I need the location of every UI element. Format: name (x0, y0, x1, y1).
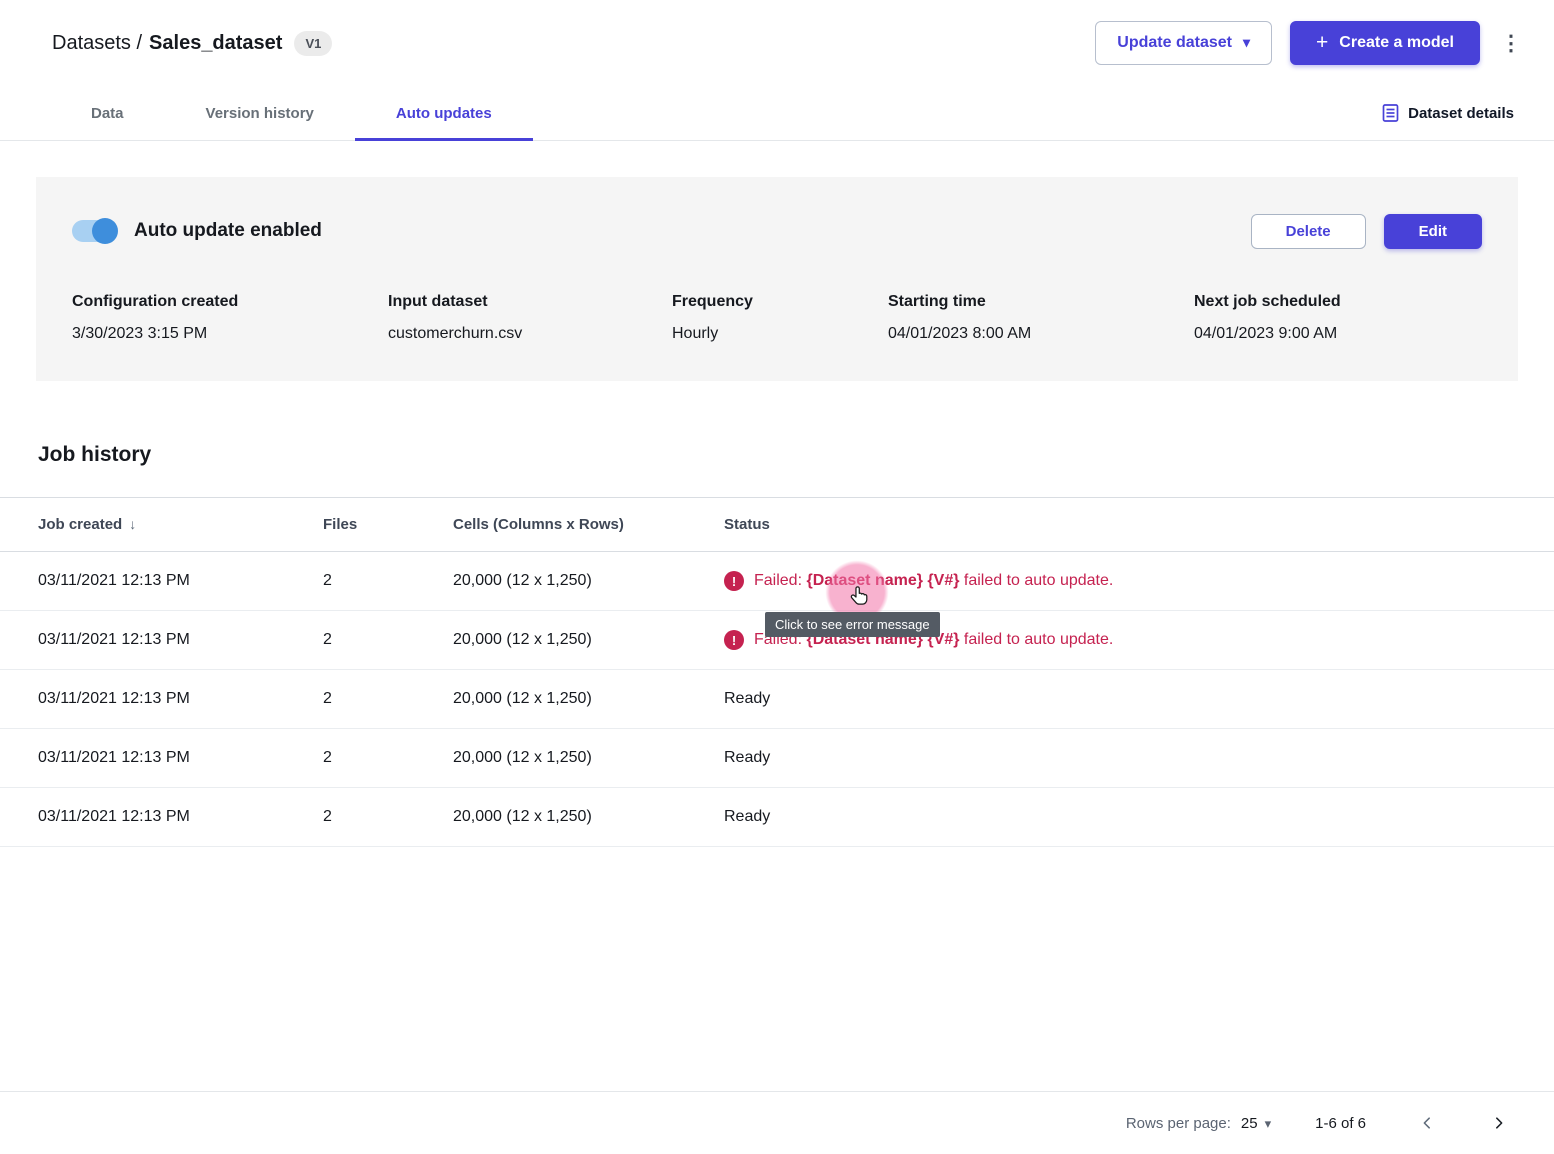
update-dataset-label: Update dataset (1117, 34, 1232, 52)
next-page-button[interactable] (1488, 1112, 1510, 1134)
files-cell: 2 (323, 631, 453, 649)
column-job-created[interactable]: Job created (0, 516, 323, 533)
breadcrumb-datasets[interactable]: Datasets / (52, 32, 142, 55)
dataset-details-icon (1382, 104, 1399, 122)
pagination-bar: Rows per page: 25 1-6 of 6 (0, 1091, 1554, 1154)
toggle-knob (92, 218, 118, 244)
create-model-button[interactable]: Create a model (1290, 21, 1480, 65)
tab-version-history[interactable]: Version history (165, 86, 355, 140)
files-cell: 2 (323, 690, 453, 708)
panel-actions: Delete Edit (1251, 214, 1482, 249)
sort-descending-icon (122, 516, 136, 533)
rows-per-page-label: Rows per page: (1126, 1115, 1231, 1132)
breadcrumb: Datasets / Sales_dataset V1 (52, 31, 332, 56)
table-header: Job created Files Cells (Columns x Rows)… (0, 497, 1554, 552)
files-cell: 2 (323, 749, 453, 767)
dataset-details-label: Dataset details (1408, 105, 1514, 122)
status-text[interactable]: Failed: {Dataset name} {V#} failed to au… (754, 572, 1113, 590)
job-created-cell: 03/11/2021 12:13 PM (0, 631, 323, 649)
auto-update-label: Auto update enabled (134, 220, 322, 242)
tab-data[interactable]: Data (50, 86, 165, 140)
table-row: 03/11/2021 12:13 PM 2 20,000 (12 x 1,250… (0, 670, 1554, 729)
status-cell: Failed: {Dataset name} {V#} failed to au… (724, 552, 1554, 610)
error-icon (724, 630, 744, 650)
header-actions: Update dataset Create a model (1095, 21, 1524, 65)
delete-button[interactable]: Delete (1251, 214, 1366, 249)
page-title: Sales_dataset (149, 32, 282, 55)
plus-icon (1316, 32, 1328, 54)
config-field-input-dataset: Input dataset customerchurn.csv (388, 293, 672, 343)
status-cell: Ready (724, 670, 1554, 728)
status-text: Ready (724, 749, 770, 767)
job-history-table: Job created Files Cells (Columns x Rows)… (0, 497, 1554, 847)
config-field-starting-time: Starting time 04/01/2023 8:00 AM (888, 293, 1194, 343)
caret-down-icon (1265, 1115, 1272, 1132)
version-badge: V1 (294, 31, 332, 56)
pagination-range: 1-6 of 6 (1315, 1115, 1366, 1132)
cells-cell: 20,000 (12 x 1,250) (453, 690, 724, 708)
config-field-frequency: Frequency Hourly (672, 293, 888, 343)
tab-auto-updates[interactable]: Auto updates (355, 86, 533, 140)
auto-update-panel: Auto update enabled Delete Edit Configur… (36, 177, 1518, 381)
job-created-cell: 03/11/2021 12:13 PM (0, 690, 323, 708)
status-cell: Ready (724, 788, 1554, 846)
config-fields: Configuration created 3/30/2023 3:15 PM … (72, 293, 1482, 343)
cells-cell: 20,000 (12 x 1,250) (453, 631, 724, 649)
column-cells: Cells (Columns x Rows) (453, 516, 724, 533)
cells-cell: 20,000 (12 x 1,250) (453, 808, 724, 826)
cells-cell: 20,000 (12 x 1,250) (453, 749, 724, 767)
page-header: Datasets / Sales_dataset V1 Update datas… (0, 0, 1554, 86)
config-field-configuration-created: Configuration created 3/30/2023 3:15 PM (72, 293, 388, 343)
app-root: Datasets / Sales_dataset V1 Update datas… (0, 0, 1554, 1154)
status-cell: Ready (724, 729, 1554, 787)
status-text: Ready (724, 808, 770, 826)
panel-head: Auto update enabled Delete Edit (72, 211, 1482, 251)
previous-page-button[interactable] (1416, 1112, 1438, 1134)
job-created-cell: 03/11/2021 12:13 PM (0, 572, 323, 590)
files-cell: 2 (323, 808, 453, 826)
auto-update-toggle[interactable] (72, 220, 116, 242)
cells-cell: 20,000 (12 x 1,250) (453, 572, 724, 590)
caret-down-icon (1243, 34, 1250, 52)
rows-per-page-select[interactable]: 25 (1241, 1115, 1271, 1132)
job-created-cell: 03/11/2021 12:13 PM (0, 808, 323, 826)
table-row: 03/11/2021 12:13 PM 2 20,000 (12 x 1,250… (0, 788, 1554, 847)
column-files: Files (323, 516, 453, 533)
config-field-next-job: Next job scheduled 04/01/2023 9:00 AM (1194, 293, 1341, 343)
status-text: Ready (724, 690, 770, 708)
update-dataset-button[interactable]: Update dataset (1095, 21, 1272, 65)
files-cell: 2 (323, 572, 453, 590)
edit-button[interactable]: Edit (1384, 214, 1482, 249)
create-model-label: Create a model (1339, 34, 1454, 52)
table-row: 03/11/2021 12:13 PM 2 20,000 (12 x 1,250… (0, 729, 1554, 788)
tab-bar: Data Version history Auto updates Datase… (0, 86, 1554, 141)
error-icon (724, 571, 744, 591)
kebab-menu-icon[interactable] (1498, 31, 1524, 56)
job-history-title: Job history (38, 443, 1554, 467)
table-row: 03/11/2021 12:13 PM 2 20,000 (12 x 1,250… (0, 552, 1554, 611)
job-created-cell: 03/11/2021 12:13 PM (0, 749, 323, 767)
job-table-body: 03/11/2021 12:13 PM 2 20,000 (12 x 1,250… (0, 552, 1554, 847)
dataset-details-link[interactable]: Dataset details (1382, 86, 1514, 140)
column-status: Status (724, 498, 1554, 551)
error-tooltip: Click to see error message (765, 612, 940, 637)
